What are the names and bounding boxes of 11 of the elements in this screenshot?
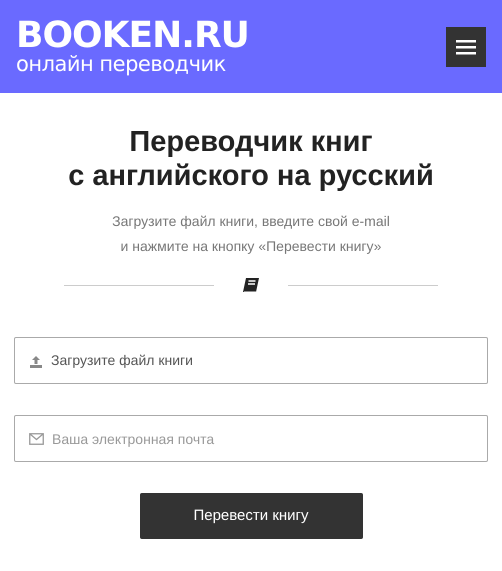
file-upload-field[interactable]: Загрузите файл книги [14, 337, 488, 384]
email-field[interactable]: Ваша электронная почта [14, 415, 488, 462]
book-icon [242, 277, 260, 293]
menu-button[interactable] [446, 26, 486, 66]
page-heading: Переводчик книг с английского на русский [67, 125, 435, 193]
menu-icon [456, 38, 476, 54]
site-logo[interactable]: BOOKEN.RU [16, 18, 249, 54]
intro-text: Загрузите файл книги, введите свой e-mail и нажмите на кнопку «Перевести книгу» [111, 212, 391, 256]
translate-button[interactable]: Перевести книгу [140, 493, 362, 539]
upload-icon [29, 354, 43, 368]
site-tagline: онлайн переводчик [16, 54, 227, 75]
